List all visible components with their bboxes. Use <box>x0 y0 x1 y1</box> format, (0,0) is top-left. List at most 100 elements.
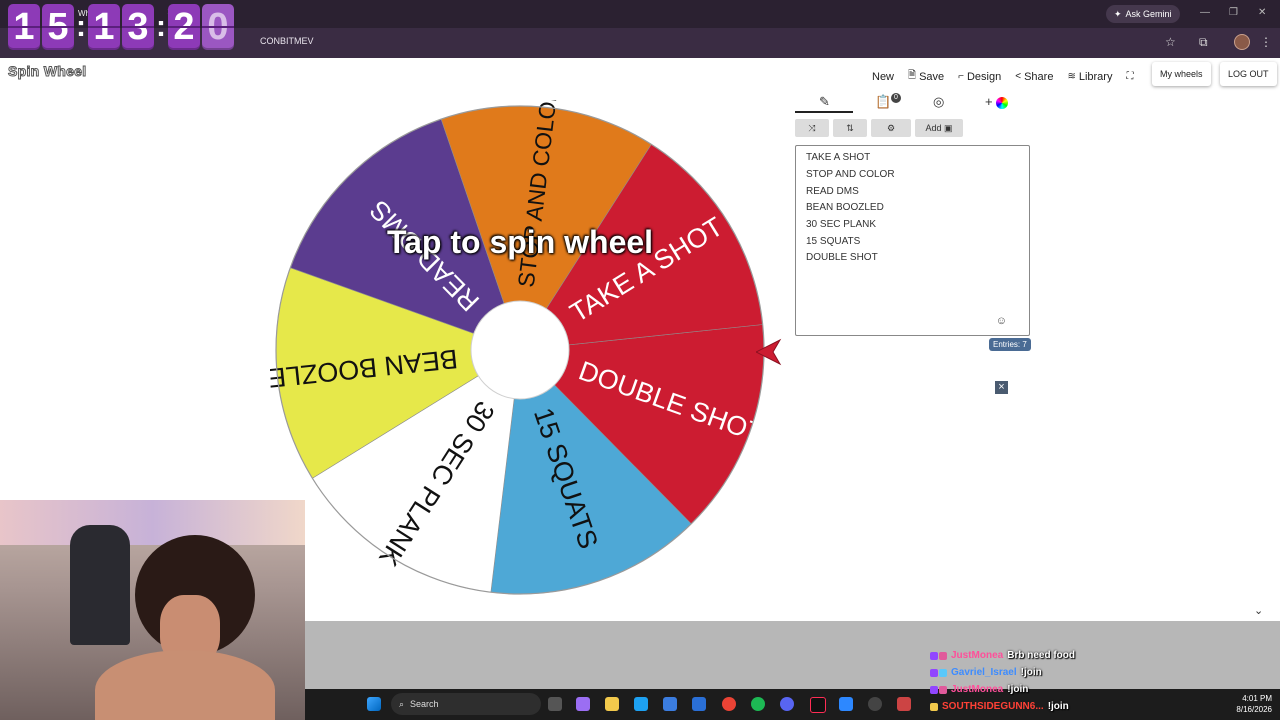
ask-gemini-label: Ask Gemini <box>1125 9 1172 19</box>
extensions-icon[interactable]: ⧉ <box>1199 35 1208 50</box>
chat-message: JustMonea Brb need food <box>930 650 1075 661</box>
fullscreen-button[interactable]: ⛶ <box>1124 69 1135 84</box>
chat-text: !join <box>1007 684 1029 695</box>
app-logo[interactable]: Spin Wheel <box>7 63 86 80</box>
entries-count-badge: Entries: 7 <box>989 338 1031 351</box>
timer-digit: 1 <box>88 4 120 50</box>
timer-digit: 3 <box>122 4 154 50</box>
minimize-icon[interactable]: — <box>1200 7 1210 18</box>
design-label: Design <box>966 70 1002 83</box>
edge-icon[interactable] <box>634 697 648 711</box>
timer-digit: 1 <box>8 4 40 50</box>
webcam-overlay <box>0 500 305 720</box>
share-label: Share <box>1024 70 1054 83</box>
new-label: New <box>872 70 895 83</box>
chat-text: !join <box>1047 701 1069 712</box>
results-icon[interactable]: 📋 <box>875 94 891 110</box>
add-image-button[interactable]: Add ▣ <box>915 119 963 137</box>
close-icon[interactable]: ✕ <box>1258 7 1266 18</box>
timer-digit: 0 <box>202 4 234 50</box>
share-icon: < <box>1015 71 1022 82</box>
chat-username: JustMonea <box>951 650 1004 661</box>
share-button[interactable]: < Share <box>1013 69 1055 85</box>
sort-icon: ⇅ <box>846 122 854 133</box>
entry-line: 30 SEC PLANK <box>806 219 877 230</box>
spin-wheel[interactable]: DOUBLE SHOT 15 SQUATS 30 SEC PLANK BEAN BOO… <box>270 100 770 600</box>
emoji-icon[interactable]: ☺ <box>996 315 1007 327</box>
results-badge: 0 <box>891 93 901 103</box>
library-label: Library <box>1078 70 1113 83</box>
search-icon: ⌕ <box>399 698 405 709</box>
design-icon: ⌐ <box>958 71 964 82</box>
chat-text: Brb need food <box>1007 650 1076 661</box>
save-label: Save <box>919 70 945 83</box>
page-footer-band <box>305 621 1280 689</box>
webcam-person-body <box>95 650 275 720</box>
url-text[interactable]: CONBITMEV <box>260 36 314 46</box>
library-icon: ≋ <box>1067 71 1076 82</box>
ask-gemini-button[interactable]: ✦ Ask Gemini <box>1106 5 1180 23</box>
chat-text: !join <box>1020 667 1042 678</box>
wheel-center-hub[interactable] <box>470 300 570 400</box>
design-button[interactable]: ⌐ Design <box>956 69 1003 85</box>
spotify-icon[interactable] <box>751 697 765 711</box>
task-view-icon[interactable] <box>548 697 562 711</box>
taskbar-time: 4:01 PM <box>1242 694 1272 703</box>
profile-avatar[interactable] <box>1234 34 1250 50</box>
webcam-background <box>0 500 305 545</box>
entry-tools: ⤨ ⇅ ⚙ Add ▣ <box>795 119 963 137</box>
entry-line: DOUBLE SHOT <box>806 252 878 263</box>
settings-icon: ⚙ <box>886 122 896 133</box>
spin-wheel-cta[interactable]: Tap to spin wheel <box>270 224 770 261</box>
chrome-icon[interactable] <box>722 697 736 711</box>
settings-button[interactable]: ⚙ <box>871 119 911 137</box>
entries-textarea[interactable]: TAKE A SHOT STOP AND COLOR READ DMS BEAN… <box>795 145 1030 336</box>
shuffle-icon: ⤨ <box>808 122 816 133</box>
add-color-icon[interactable]: + <box>985 94 1009 109</box>
add-image-label: Add <box>925 123 942 133</box>
hide-icon[interactable]: ◎ <box>933 94 944 110</box>
stream-countdown-timer: 1 5 : 1 3 : 2 0 <box>8 4 234 50</box>
sparkle-icon: ✦ <box>1114 8 1122 19</box>
mail-icon[interactable] <box>692 697 706 711</box>
browser-menu-icon[interactable]: ⋮ <box>1260 35 1272 49</box>
chat-badges <box>930 702 938 711</box>
timer-separator: : <box>156 10 166 43</box>
fullscreen-icon: ⛶ <box>1126 71 1134 82</box>
active-tab-indicator <box>795 111 853 113</box>
entry-line: TAKE A SHOT <box>806 152 871 163</box>
chat-username: SOUTHSIDEGUNN6... <box>942 701 1044 712</box>
shuffle-button[interactable]: ⤨ <box>795 119 829 137</box>
wheel-graphic[interactable]: DOUBLE SHOT15 SQUATS30 SEC PLANKBEAN BOO… <box>270 100 770 600</box>
save-button[interactable]: 🗎 Save <box>906 66 946 87</box>
top-nav: New 🗎 Save ⌐ Design < Share ≋ Library ⛶ <box>870 66 1135 87</box>
my-wheels-button[interactable]: My wheels <box>1152 62 1211 86</box>
app-icon[interactable] <box>897 697 911 711</box>
entry-line: BEAN BOOZLED <box>806 202 884 213</box>
close-ad-icon[interactable]: × <box>995 381 1008 394</box>
taskbar-search[interactable]: ⌕ Search <box>391 693 541 715</box>
taskbar-date: 8/16/2026 <box>1236 705 1272 714</box>
bookmark-star-icon[interactable]: ☆ <box>1165 35 1176 49</box>
windows-start-icon[interactable] <box>367 697 381 711</box>
taskbar-clock[interactable]: 4:01 PM 8/16/2026 <box>1222 693 1272 715</box>
sort-button[interactable]: ⇅ <box>833 119 867 137</box>
chat-message: JustMonea !join <box>930 684 1028 695</box>
restore-icon[interactable]: ❐ <box>1229 7 1238 18</box>
tiktok-icon[interactable] <box>810 697 826 713</box>
discord-icon[interactable] <box>780 697 794 711</box>
edit-icon[interactable]: ✎ <box>819 94 830 110</box>
chat-badges <box>930 685 947 694</box>
file-explorer-icon[interactable] <box>605 697 619 711</box>
obs-icon[interactable] <box>868 697 882 711</box>
chat-badges <box>930 668 947 677</box>
chevron-down-icon[interactable]: ⌄ <box>1254 604 1263 617</box>
new-button[interactable]: New <box>870 69 896 85</box>
timer-digit: 5 <box>42 4 74 50</box>
app-icon[interactable] <box>839 697 853 711</box>
entry-line: 15 SQUATS <box>806 236 861 247</box>
library-button[interactable]: ≋ Library <box>1065 69 1114 85</box>
store-icon[interactable] <box>663 697 677 711</box>
copilot-icon[interactable] <box>576 697 590 711</box>
logout-button[interactable]: LOG OUT <box>1220 62 1277 86</box>
